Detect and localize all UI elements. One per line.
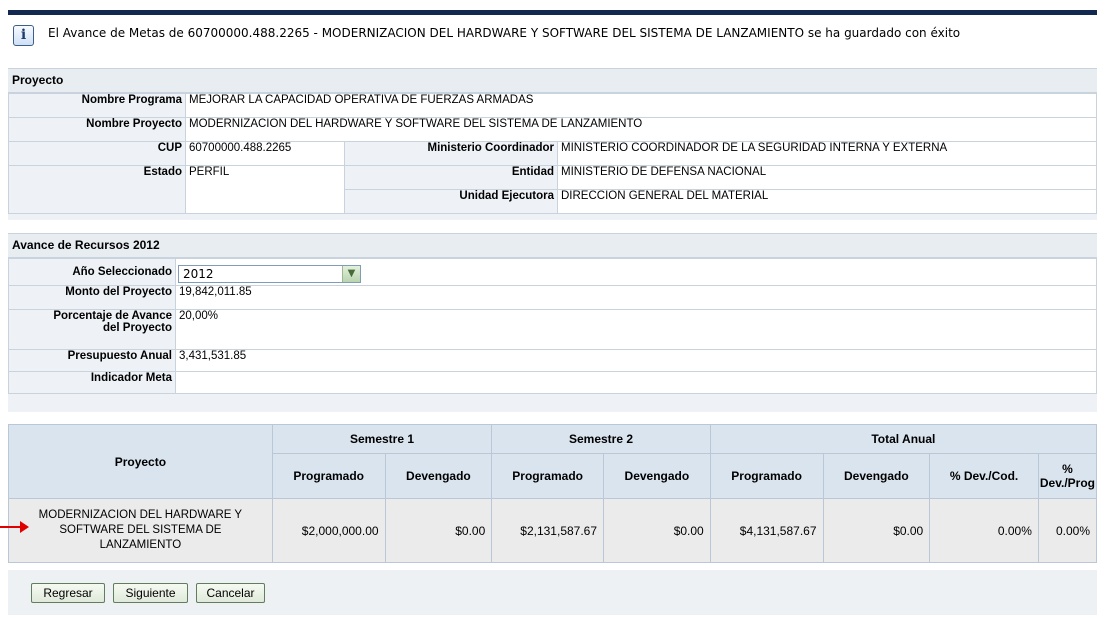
unidad-ejecutora-value: DIRECCION GENERAL DEL MATERIAL (557, 189, 1097, 214)
siguiente-button[interactable]: Siguiente (113, 583, 188, 603)
dev-cod-header: % Dev./Cod. (929, 453, 1039, 499)
project-section-title: Proyecto (8, 69, 1097, 93)
row-proyecto: MODERNIZACION DEL HARDWARE Y SOFTWARE DE… (8, 498, 273, 563)
resources-section: Avance de Recursos 2012 Año Seleccionado… (8, 233, 1097, 412)
year-select[interactable]: 2012 ▼ (178, 265, 361, 283)
s2-programado-header: Programado (491, 453, 605, 499)
porcentaje-value: 20,00% (175, 309, 1097, 350)
proyecto-header: Proyecto (8, 424, 273, 499)
s2-devengado-header: Devengado (603, 453, 711, 499)
arrow-right-icon (0, 526, 20, 528)
estado-label: Estado (8, 165, 186, 214)
cancelar-button[interactable]: Cancelar (196, 583, 265, 603)
row-dev-prog: 0.00% (1037, 498, 1097, 563)
arrow-head-icon (20, 521, 29, 533)
resources-table: Año Seleccionado Monto del Proyecto 19,8… (8, 258, 1097, 394)
row-proyecto-line3: LANZAMIENTO (99, 539, 182, 551)
s1-programado-header: Programado (271, 453, 386, 499)
row-s1-devengado: $0.00 (384, 498, 493, 563)
chevron-down-icon[interactable]: ▼ (342, 266, 360, 282)
porcentaje-label-line1: Porcentaje de Avance (53, 310, 172, 322)
nombre-programa-label: Nombre Programa (8, 93, 186, 118)
row-total-programado: $4,131,587.67 (709, 498, 824, 563)
ministerio-value: MINISTERIO COORDINADOR DE LA SEGURIDAD I… (557, 141, 1097, 166)
nombre-proyecto-value: MODERNIZACION DEL HARDWARE Y SOFTWARE DE… (185, 117, 1097, 142)
row-proyecto-line2: SOFTWARE DEL SISTEMA DE (59, 524, 222, 536)
presupuesto-label: Presupuesto Anual (8, 349, 176, 372)
monto-label: Monto del Proyecto (8, 285, 176, 310)
row-s2-devengado: $0.00 (603, 498, 711, 563)
unidad-ejecutora-label: Unidad Ejecutora (344, 189, 558, 214)
monto-value: 19,842,011.85 (175, 285, 1097, 310)
ministerio-label: Ministerio Coordinador (344, 141, 558, 166)
cup-label: CUP (8, 141, 186, 166)
cup-value: 60700000.488.2265 (185, 141, 345, 166)
year-select-value: 2012 (183, 267, 214, 281)
button-bar: Regresar Siguiente Cancelar (8, 570, 1097, 615)
results-table: Proyecto Semestre 1 Semestre 2 Total Anu… (8, 424, 1097, 563)
total-anual-header: Total Anual (709, 424, 1097, 454)
nombre-proyecto-label: Nombre Proyecto (8, 117, 186, 142)
info-icon: i (13, 25, 34, 46)
row-dev-cod: 0.00% (929, 498, 1039, 563)
semestre2-header: Semestre 2 (491, 424, 711, 454)
indicador-value (175, 371, 1097, 394)
status-message: El Avance de Metas de 60700000.488.2265 … (48, 26, 961, 40)
nombre-programa-value: MEJORAR LA CAPACIDAD OPERATIVA DE FUERZA… (185, 93, 1097, 118)
entidad-value: MINISTERIO DE DEFENSA NACIONAL (557, 165, 1097, 190)
row-proyecto-line1: MODERNIZACION DEL HARDWARE Y (38, 509, 243, 521)
porcentaje-label: Porcentaje de Avance del Proyecto (8, 309, 176, 350)
dev-prog-header-line2: Dev./Prog (1039, 476, 1095, 490)
total-devengado-header: Devengado (822, 453, 931, 499)
row-total-devengado: $0.00 (822, 498, 931, 563)
row-s2-programado: $2,131,587.67 (491, 498, 605, 563)
regresar-button[interactable]: Regresar (31, 583, 105, 603)
porcentaje-label-line2: del Proyecto (102, 322, 172, 334)
row-s1-programado: $2,000,000.00 (271, 498, 386, 563)
semestre1-header: Semestre 1 (271, 424, 493, 454)
presupuesto-value: 3,431,531.85 (175, 349, 1097, 372)
indicador-label: Indicador Meta (8, 371, 176, 394)
anio-label: Año Seleccionado (8, 258, 176, 286)
resources-section-title: Avance de Recursos 2012 (8, 234, 1097, 258)
dev-prog-header-line1: % (1062, 462, 1073, 476)
estado-value: PERFIL (185, 165, 345, 214)
entidad-label: Entidad (344, 165, 558, 190)
dev-prog-header: % Dev./Prog (1037, 453, 1097, 499)
s1-devengado-header: Devengado (384, 453, 493, 499)
table-row: MODERNIZACION DEL HARDWARE Y SOFTWARE DE… (8, 498, 1097, 563)
project-section: Proyecto Nombre Programa MEJORAR LA CAPA… (8, 68, 1097, 220)
total-programado-header: Programado (709, 453, 824, 499)
project-info-table: Nombre Programa MEJORAR LA CAPACIDAD OPE… (8, 93, 1097, 214)
